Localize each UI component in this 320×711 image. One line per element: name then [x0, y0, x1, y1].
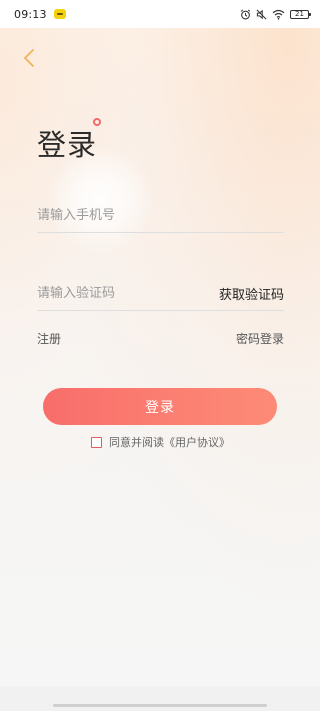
battery-icon: 21 — [290, 9, 311, 19]
code-field: 获取验证码 — [37, 277, 284, 311]
app-notification-icon — [53, 9, 66, 19]
wifi-icon — [272, 9, 285, 20]
get-code-button[interactable]: 获取验证码 — [219, 284, 284, 303]
verification-code-input[interactable] — [37, 286, 219, 301]
status-time: 09:13 — [14, 7, 47, 21]
login-button[interactable]: 登录 — [43, 388, 277, 425]
agreement-text: 同意并阅读 — [109, 436, 164, 449]
agreement-checkbox[interactable] — [91, 436, 102, 448]
page-title: 登录 — [37, 128, 98, 162]
phone-field — [37, 199, 284, 233]
agreement-row: 同意并阅读 《用户协议》 — [91, 434, 230, 450]
register-link[interactable]: 注册 — [37, 330, 61, 347]
bottom-navigation-bar — [0, 686, 320, 711]
page-background — [0, 0, 320, 711]
back-button[interactable] — [18, 48, 40, 72]
user-agreement-link[interactable]: 《用户协议》 — [164, 434, 230, 450]
status-bar: 09:13 21 — [0, 0, 320, 28]
password-login-link[interactable]: 密码登录 — [236, 330, 284, 347]
mute-icon — [256, 9, 267, 20]
phone-input[interactable] — [37, 208, 284, 223]
chevron-left-icon — [23, 48, 35, 72]
home-indicator[interactable] — [53, 704, 267, 707]
status-icons: 21 — [240, 9, 311, 20]
alarm-icon — [240, 9, 251, 20]
title-decoration-dot — [93, 118, 101, 126]
